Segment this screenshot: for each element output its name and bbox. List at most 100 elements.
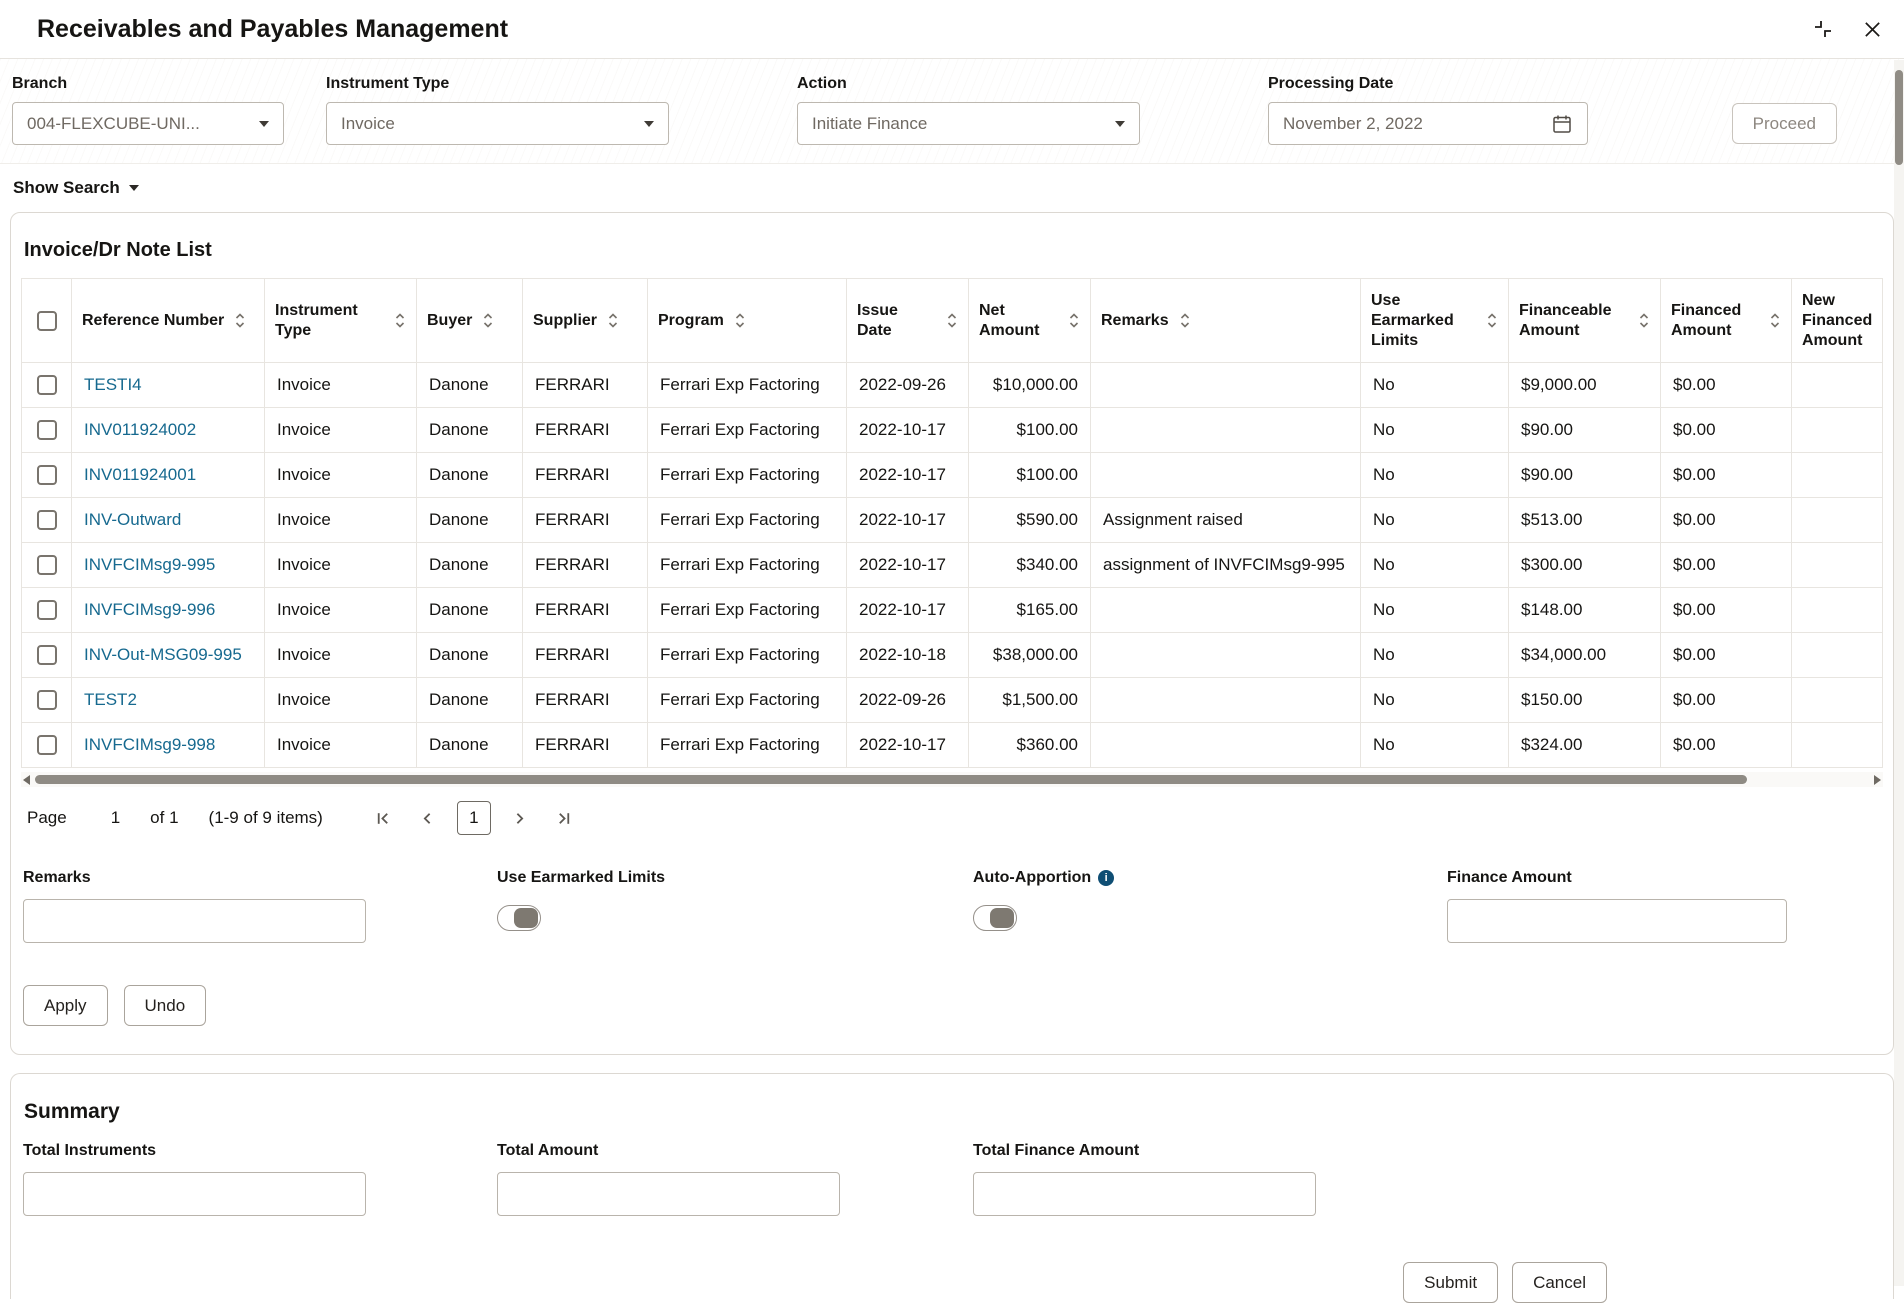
submit-button[interactable]: Submit bbox=[1403, 1262, 1498, 1303]
page-number-box[interactable]: 1 bbox=[457, 801, 491, 835]
column-header-program[interactable]: Program bbox=[648, 279, 847, 363]
reference-number-link[interactable]: INV-Outward bbox=[84, 510, 181, 529]
column-header-use_earmarked_limits[interactable]: Use Earmarked Limits bbox=[1361, 279, 1509, 363]
cell-program: Ferrari Exp Factoring bbox=[648, 408, 847, 453]
row-checkbox[interactable] bbox=[37, 735, 57, 755]
show-search-label: Show Search bbox=[13, 178, 120, 198]
reference-number-link[interactable]: TEST2 bbox=[84, 690, 137, 709]
column-header-reference_number[interactable]: Reference Number bbox=[72, 279, 265, 363]
sort-icon[interactable] bbox=[607, 311, 619, 330]
cell-use_earmarked_limits: No bbox=[1361, 588, 1509, 633]
column-header-financeable_amount[interactable]: Financeable Amount bbox=[1509, 279, 1661, 363]
cell-financeable_amount: $9,000.00 bbox=[1509, 363, 1661, 408]
vertical-scrollbar[interactable] bbox=[1894, 60, 1904, 1286]
sort-icon[interactable] bbox=[1068, 311, 1080, 330]
cell-program: Ferrari Exp Factoring bbox=[648, 498, 847, 543]
row-checkbox-cell bbox=[22, 498, 72, 543]
cell-instrument_type: Invoice bbox=[265, 723, 417, 768]
sort-icon[interactable] bbox=[946, 311, 958, 330]
show-search-toggle[interactable]: Show Search bbox=[0, 164, 139, 206]
first-page-button[interactable] bbox=[369, 803, 399, 833]
cell-supplier: FERRARI bbox=[523, 723, 648, 768]
next-page-button[interactable] bbox=[505, 803, 535, 833]
branch-value: 004-FLEXCUBE-UNI... bbox=[27, 114, 200, 134]
sort-icon[interactable] bbox=[734, 311, 746, 330]
cell-remarks bbox=[1091, 408, 1361, 453]
chevron-down-icon bbox=[259, 121, 269, 127]
cell-new_financed_amount bbox=[1792, 678, 1883, 723]
reference-number-link[interactable]: INVFCIMsg9-998 bbox=[84, 735, 215, 754]
horizontal-scrollbar-thumb[interactable] bbox=[35, 775, 1747, 784]
apply-button[interactable]: Apply bbox=[23, 985, 108, 1026]
remarks-input[interactable] bbox=[23, 899, 366, 943]
sort-icon[interactable] bbox=[1179, 311, 1191, 330]
sort-icon[interactable] bbox=[482, 311, 494, 330]
finance-amount-input[interactable] bbox=[1447, 899, 1787, 943]
restore-layout-icon[interactable] bbox=[1813, 19, 1833, 39]
vertical-scrollbar-thumb[interactable] bbox=[1895, 70, 1903, 165]
cell-buyer: Danone bbox=[417, 498, 523, 543]
row-checkbox[interactable] bbox=[37, 555, 57, 575]
summary-form: Total Instruments Total Amount Total Fin… bbox=[21, 1142, 1883, 1216]
last-page-button[interactable] bbox=[549, 803, 579, 833]
use-earmarked-limits-toggle[interactable] bbox=[497, 905, 541, 931]
column-header-remarks[interactable]: Remarks bbox=[1091, 279, 1361, 363]
row-checkbox[interactable] bbox=[37, 510, 57, 530]
reference-number-link[interactable]: TESTI4 bbox=[84, 375, 142, 394]
total-instruments-input[interactable] bbox=[23, 1172, 366, 1216]
row-checkbox[interactable] bbox=[37, 375, 57, 395]
reference-number-link[interactable]: INVFCIMsg9-996 bbox=[84, 600, 215, 619]
column-header-supplier[interactable]: Supplier bbox=[523, 279, 648, 363]
cell-net_amount: $10,000.00 bbox=[969, 363, 1091, 408]
cell-issue_date: 2022-10-18 bbox=[847, 633, 969, 678]
total-instruments-field: Total Instruments bbox=[23, 1142, 497, 1216]
branch-select[interactable]: 004-FLEXCUBE-UNI... bbox=[12, 102, 284, 145]
action-select[interactable]: Initiate Finance bbox=[797, 102, 1140, 145]
cancel-button[interactable]: Cancel bbox=[1512, 1262, 1607, 1303]
submit-buttons: Submit Cancel bbox=[21, 1262, 1883, 1303]
column-header-buyer[interactable]: Buyer bbox=[417, 279, 523, 363]
column-header-instrument_type[interactable]: Instrument Type bbox=[265, 279, 417, 363]
select-all-checkbox[interactable] bbox=[37, 311, 57, 331]
horizontal-scrollbar[interactable] bbox=[21, 772, 1883, 787]
close-icon[interactable] bbox=[1863, 20, 1882, 39]
row-checkbox[interactable] bbox=[37, 420, 57, 440]
cell-reference_number: TEST2 bbox=[72, 678, 265, 723]
column-header-issue_date[interactable]: Issue Date bbox=[847, 279, 969, 363]
sort-icon[interactable] bbox=[1486, 311, 1498, 330]
column-header-financed_amount[interactable]: Financed Amount bbox=[1661, 279, 1792, 363]
calendar-icon[interactable] bbox=[1551, 113, 1573, 135]
instrument-type-select[interactable]: Invoice bbox=[326, 102, 669, 145]
scroll-left-arrow-icon[interactable] bbox=[23, 775, 30, 785]
reference-number-link[interactable]: INV011924001 bbox=[84, 465, 196, 484]
cell-supplier: FERRARI bbox=[523, 498, 648, 543]
cell-use_earmarked_limits: No bbox=[1361, 633, 1509, 678]
cell-program: Ferrari Exp Factoring bbox=[648, 633, 847, 678]
total-finance-amount-input[interactable] bbox=[973, 1172, 1316, 1216]
row-checkbox[interactable] bbox=[37, 465, 57, 485]
reference-number-link[interactable]: INVFCIMsg9-995 bbox=[84, 555, 215, 574]
total-amount-input[interactable] bbox=[497, 1172, 840, 1216]
auto-apportion-toggle[interactable] bbox=[973, 905, 1017, 931]
reference-number-link[interactable]: INV-Out-MSG09-995 bbox=[84, 645, 242, 664]
undo-button[interactable]: Undo bbox=[124, 985, 207, 1026]
sort-icon[interactable] bbox=[234, 311, 246, 330]
scroll-right-arrow-icon[interactable] bbox=[1874, 775, 1881, 785]
column-header-net_amount[interactable]: Net Amount bbox=[969, 279, 1091, 363]
info-icon[interactable]: i bbox=[1098, 870, 1114, 886]
cell-use_earmarked_limits: No bbox=[1361, 543, 1509, 588]
processing-date-input[interactable]: November 2, 2022 bbox=[1268, 102, 1588, 145]
row-checkbox[interactable] bbox=[37, 690, 57, 710]
row-checkbox[interactable] bbox=[37, 645, 57, 665]
reference-number-link[interactable]: INV011924002 bbox=[84, 420, 196, 439]
row-checkbox[interactable] bbox=[37, 600, 57, 620]
sort-icon[interactable] bbox=[1638, 311, 1650, 330]
cell-new_financed_amount bbox=[1792, 633, 1883, 678]
sort-icon[interactable] bbox=[394, 311, 406, 330]
cell-supplier: FERRARI bbox=[523, 588, 648, 633]
cell-financed_amount: $0.00 bbox=[1661, 408, 1792, 453]
previous-page-button[interactable] bbox=[413, 803, 443, 833]
sort-icon[interactable] bbox=[1769, 311, 1781, 330]
proceed-button[interactable]: Proceed bbox=[1732, 103, 1837, 144]
cell-remarks bbox=[1091, 678, 1361, 723]
